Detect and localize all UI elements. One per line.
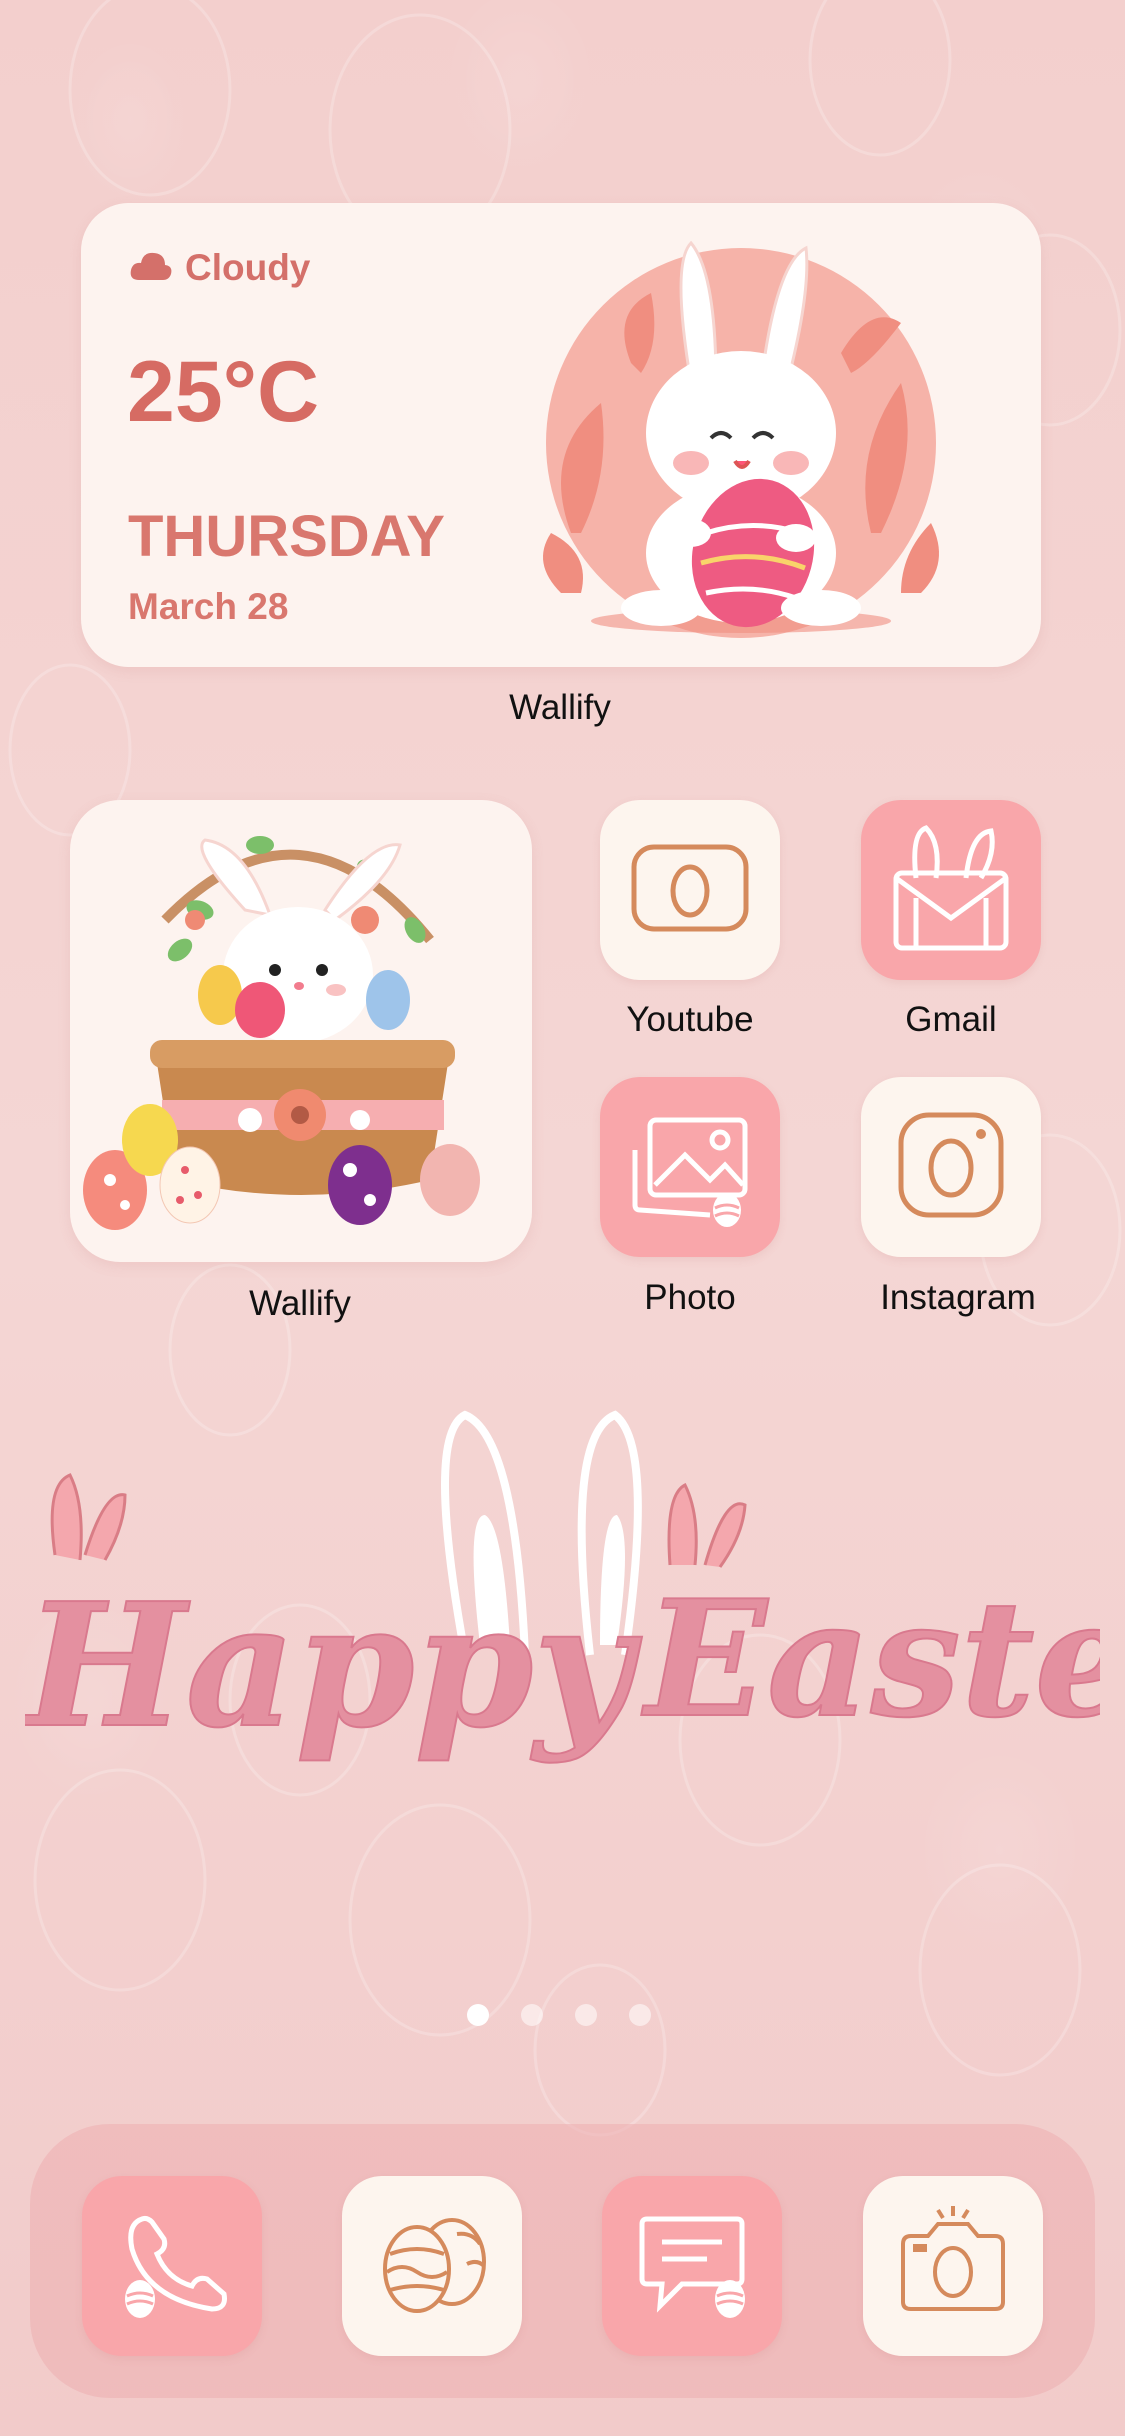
weekday: THURSDAY bbox=[128, 504, 445, 569]
photo-gallery-icon bbox=[625, 1100, 755, 1235]
cloud-icon bbox=[129, 250, 173, 287]
easter-basket-illustration bbox=[83, 836, 480, 1230]
bunny-with-egg-illustration bbox=[543, 240, 939, 638]
weather-condition: Cloudy bbox=[129, 247, 310, 289]
weather-condition-text: Cloudy bbox=[185, 247, 311, 288]
page-dot-2[interactable] bbox=[521, 2004, 543, 2026]
page-dot-3[interactable] bbox=[575, 2004, 597, 2026]
youtube-app-button[interactable] bbox=[600, 800, 780, 980]
date: March 28 bbox=[128, 586, 289, 627]
photo-app-button[interactable] bbox=[600, 1077, 780, 1257]
photo-widget[interactable] bbox=[70, 800, 532, 1262]
phone-app-button[interactable] bbox=[82, 2176, 262, 2356]
easter-text: Easter bbox=[641, 1565, 1100, 1753]
message-icon bbox=[632, 2204, 752, 2329]
instagram-app-button[interactable] bbox=[861, 1077, 1041, 1257]
gmail-app-label: Gmail bbox=[905, 1000, 997, 1039]
temperature: 25°C bbox=[127, 344, 320, 440]
camera-app-button[interactable] bbox=[863, 2176, 1043, 2356]
page-dot-4[interactable] bbox=[629, 2004, 651, 2026]
camera-icon bbox=[893, 2204, 1013, 2329]
weather-widget[interactable]: Cloudy 25°C THURSDAY March 28 bbox=[81, 203, 1041, 667]
happy-easter-decoration: Happy Easter bbox=[25, 1410, 1100, 1767]
camera-egg-icon bbox=[896, 1110, 1006, 1225]
page-dot-1[interactable] bbox=[467, 2004, 489, 2026]
easter-eggs-icon bbox=[372, 2204, 492, 2329]
bunny-mail-icon bbox=[886, 823, 1016, 958]
page-indicator[interactable] bbox=[467, 2004, 651, 2026]
messages-app-button[interactable] bbox=[602, 2176, 782, 2356]
easter-eggs-app-button[interactable] bbox=[342, 2176, 522, 2356]
weather-widget-label: Wallify bbox=[509, 688, 611, 727]
happy-text: Happy bbox=[25, 1566, 643, 1766]
youtube-app-label: Youtube bbox=[626, 1000, 754, 1039]
egg-rectangle-icon bbox=[630, 843, 750, 938]
photo-widget-label: Wallify bbox=[249, 1284, 351, 1323]
instagram-app-label: Instagram bbox=[880, 1278, 1036, 1317]
gmail-app-button[interactable] bbox=[861, 800, 1041, 980]
dock bbox=[30, 2124, 1095, 2398]
photo-app-label: Photo bbox=[644, 1278, 736, 1317]
phone-icon bbox=[112, 2204, 232, 2329]
